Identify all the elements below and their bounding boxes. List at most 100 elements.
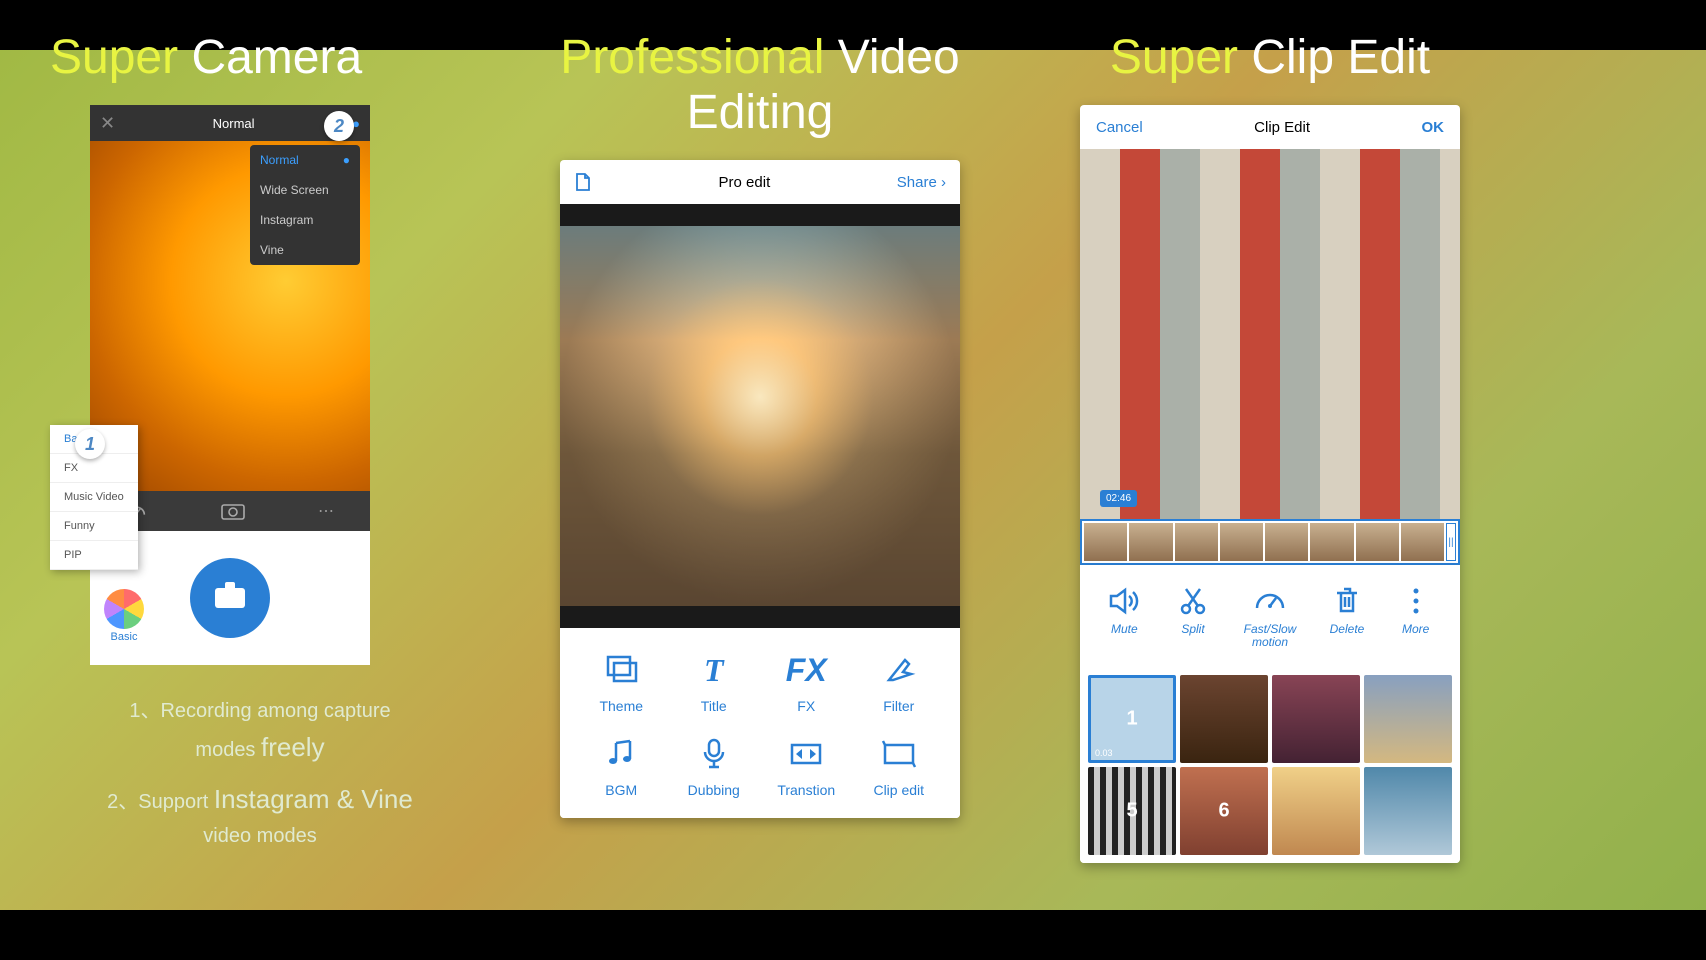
color-wheel-icon — [104, 589, 144, 629]
action-delete[interactable]: Delete — [1329, 583, 1365, 649]
clipedit-header: Cancel Clip Edit OK — [1080, 105, 1460, 149]
tool-title[interactable]: T Title — [673, 648, 756, 714]
tool-fx-label: FX — [797, 698, 815, 714]
more-icon — [1398, 583, 1434, 619]
panel1-title: Super Camera — [50, 20, 470, 105]
panel1-title-highlight: Super — [50, 31, 178, 84]
video-preview[interactable] — [560, 226, 960, 606]
callout-badge-2: 2 — [324, 111, 354, 141]
title-icon: T — [692, 648, 736, 692]
panel2-title-highlight: Professional — [560, 31, 824, 84]
timeline[interactable]: || — [1080, 519, 1460, 565]
action-fastslow[interactable]: Fast/Slow motion — [1244, 583, 1297, 649]
tool-bgm[interactable]: BGM — [580, 732, 663, 798]
clip-grid: 10.03 5 6 — [1080, 667, 1460, 863]
tool-transition[interactable]: Transtion — [765, 732, 848, 798]
tool-bgm-label: BGM — [605, 782, 637, 798]
document-icon[interactable] — [574, 172, 592, 192]
time-badge: 02:46 — [1100, 490, 1137, 507]
clip-thumb-6[interactable]: 6 — [1180, 767, 1268, 855]
video-letterbox-top — [560, 204, 960, 226]
camera-mode-label[interactable]: Normal — [213, 116, 255, 131]
tool-transition-label: Transtion — [777, 782, 835, 798]
tool-filter-label: Filter — [883, 698, 914, 714]
more-icon[interactable]: ⋯ — [318, 501, 334, 521]
shutter-button[interactable] — [190, 558, 270, 638]
clip-thumb-5[interactable]: 5 — [1088, 767, 1176, 855]
dropdown-item-normal[interactable]: Normal● — [250, 145, 360, 175]
action-split-label: Split — [1181, 623, 1204, 636]
split-icon — [1175, 583, 1211, 619]
clip-thumb-4[interactable] — [1364, 675, 1452, 763]
transition-icon — [784, 732, 828, 776]
panel2-title: Professional Video Editing — [530, 20, 990, 160]
dropdown-item-widescreen[interactable]: Wide Screen — [250, 175, 360, 205]
side-menu-funny[interactable]: Funny — [50, 512, 138, 541]
letterbox-bottom — [0, 910, 1706, 960]
mode-dropdown: Normal● Wide Screen Instagram Vine — [250, 145, 360, 265]
clipedit-icon — [877, 732, 921, 776]
clip-thumb-8[interactable] — [1364, 767, 1452, 855]
side-menu-music-video[interactable]: Music Video — [50, 483, 138, 512]
tool-grid: Theme T Title FX FX Filter BGM Dubbing — [560, 628, 960, 818]
cancel-button[interactable]: Cancel — [1096, 119, 1143, 136]
side-menu-pip[interactable]: PIP — [50, 541, 138, 570]
panel3-title-rest: Clip Edit — [1251, 31, 1430, 84]
tool-fx[interactable]: FX FX — [765, 648, 848, 714]
clip-thumb-3[interactable] — [1272, 675, 1360, 763]
action-more-label: More — [1402, 623, 1429, 636]
callout-badge-1: 1 — [75, 429, 105, 459]
timeline-handle[interactable]: || — [1446, 523, 1456, 561]
panel-clip-edit: Super Clip Edit Cancel Clip Edit OK 02:4… — [1060, 20, 1480, 863]
action-delete-label: Delete — [1330, 623, 1365, 636]
ok-button[interactable]: OK — [1422, 119, 1445, 136]
phone-mock-camera: ✕ Normal ● 0 Normal● Wide Screen Instagr… — [90, 105, 370, 665]
camera-switch-icon[interactable] — [220, 500, 246, 522]
panel-super-camera: Super Camera ✕ Normal ● 0 Normal● Wide S… — [50, 20, 470, 852]
tool-theme[interactable]: Theme — [580, 648, 663, 714]
action-bar: Mute Split Fast/Slow motion Delete More — [1080, 565, 1460, 667]
camera-icon — [215, 588, 245, 608]
panel1-caption: 1、Recording among capture modes freely 2… — [50, 695, 470, 852]
clip-thumb-1[interactable]: 10.03 — [1088, 675, 1176, 763]
delete-icon — [1329, 583, 1365, 619]
close-icon[interactable]: ✕ — [100, 113, 115, 134]
tool-dubbing-label: Dubbing — [688, 782, 740, 798]
action-fastslow-label: Fast/Slow motion — [1244, 623, 1297, 649]
dropdown-item-vine[interactable]: Vine — [250, 235, 360, 265]
filter-icon — [877, 648, 921, 692]
proedit-header: Pro edit Share › — [560, 160, 960, 204]
bgm-icon — [599, 732, 643, 776]
clip-thumb-7[interactable] — [1272, 767, 1360, 855]
action-mute[interactable]: Mute — [1106, 583, 1142, 649]
basic-label: Basic — [111, 631, 138, 643]
dropdown-item-instagram[interactable]: Instagram — [250, 205, 360, 235]
panel3-title-highlight: Super — [1110, 31, 1238, 84]
tool-clipedit[interactable]: Clip edit — [858, 732, 941, 798]
proedit-title: Pro edit — [719, 174, 771, 191]
action-split[interactable]: Split — [1175, 583, 1211, 649]
clipedit-title: Clip Edit — [1254, 119, 1310, 136]
clip-thumb-2[interactable] — [1180, 675, 1268, 763]
fx-icon: FX — [784, 648, 828, 692]
share-button[interactable]: Share › — [897, 174, 946, 191]
speed-icon — [1252, 583, 1288, 619]
tool-theme-label: Theme — [599, 698, 643, 714]
clip-preview[interactable]: 02:46 — [1080, 149, 1460, 519]
panel-pro-edit: Professional Video Editing Pro edit Shar… — [530, 20, 990, 818]
phone-mock-clipedit: Cancel Clip Edit OK 02:46 || Mute Split — [1080, 105, 1460, 863]
theme-icon — [599, 648, 643, 692]
dubbing-icon — [692, 732, 736, 776]
action-mute-label: Mute — [1111, 623, 1138, 636]
tool-dubbing[interactable]: Dubbing — [673, 732, 756, 798]
video-letterbox-bottom — [560, 606, 960, 628]
panel3-title: Super Clip Edit — [1060, 20, 1480, 105]
tool-clipedit-label: Clip edit — [873, 782, 924, 798]
basic-mode-button[interactable]: Basic — [104, 589, 144, 643]
panel1-title-rest: Camera — [191, 31, 362, 84]
action-more[interactable]: More — [1398, 583, 1434, 649]
tool-filter[interactable]: Filter — [858, 648, 941, 714]
tool-title-label: Title — [701, 698, 727, 714]
mute-icon — [1106, 583, 1142, 619]
phone-mock-proedit: Pro edit Share › Theme T Title FX FX Fil… — [560, 160, 960, 818]
